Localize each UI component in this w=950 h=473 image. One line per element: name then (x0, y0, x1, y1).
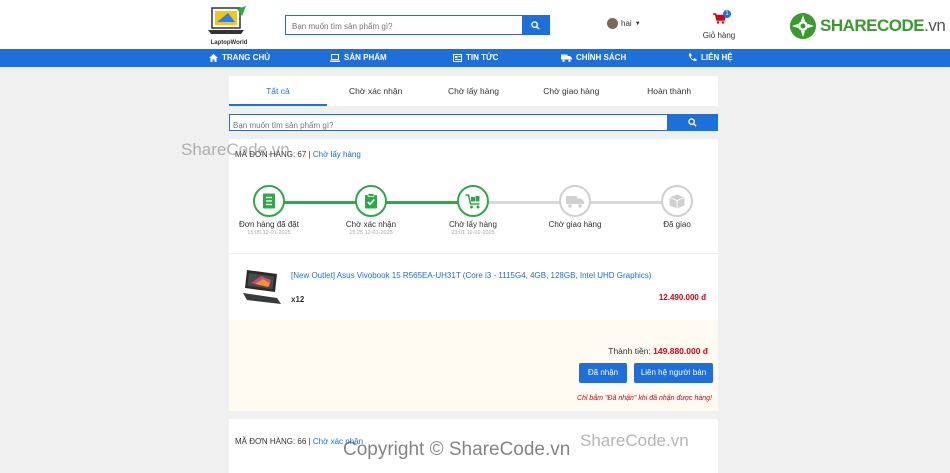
order-search-input[interactable] (230, 118, 668, 133)
laptop-logo-icon (208, 6, 246, 34)
cart-button[interactable]: 1 Giỏ hàng (699, 10, 739, 40)
watermark: ShareCode.vn (580, 431, 689, 450)
product-thumbnail[interactable] (241, 268, 283, 308)
step-circle (559, 185, 591, 217)
tab-pending-confirmation[interactable]: Chờ xác nhận (327, 76, 425, 106)
nav-label: LIÊN HỆ (701, 53, 733, 62)
sharecode-brand: SHARECODE.vn (820, 16, 946, 35)
received-button[interactable]: Đã nhận (579, 363, 627, 383)
product-price: 12.490.000 đ (658, 293, 706, 302)
nav-item-home[interactable]: TRANG CHỦ (209, 53, 270, 62)
received-note: Chỉ bấm "Đã nhận" khi đã nhận được hàng! (576, 395, 712, 402)
tab-completed[interactable]: Hoàn thành (620, 76, 718, 106)
receipt-icon (263, 193, 275, 209)
contact-seller-button[interactable]: Liên hệ người bán (634, 363, 713, 383)
step-label: Chờ giao hàng (548, 220, 602, 229)
step-label: Chờ lấy hàng (449, 220, 497, 229)
avatar (607, 18, 618, 29)
nav-item-policy[interactable]: CHÍNH SÁCH (561, 53, 626, 62)
separator: | (308, 150, 311, 159)
box-icon (669, 194, 685, 208)
clipboard-check-icon (365, 193, 377, 209)
divider (229, 253, 718, 254)
step-date: 15:25 12-01-2025 (349, 230, 393, 236)
nav-item-news[interactable]: TIN TỨC (453, 53, 498, 62)
site-header: LaptopWorld hai ▼ 1 Giỏ hàng (0, 0, 950, 49)
order-search-button[interactable] (667, 114, 717, 131)
nav-label: CHÍNH SÁCH (576, 53, 627, 62)
step-label: Đã giao (663, 220, 691, 229)
nav-label: SẢN PHẨM (344, 53, 387, 62)
sharecode-logo: SHARECODE.vn (789, 12, 946, 40)
cart-count-badge: 1 (723, 10, 731, 18)
total-value: 149.880.000 đ (653, 346, 708, 356)
step-delivered: Đã giao (642, 185, 712, 229)
step-label: Chờ xác nhận (345, 220, 397, 229)
chevron-down-icon: ▼ (634, 20, 641, 27)
step-circle (253, 185, 285, 217)
step-delivery: Chờ giao hàng (540, 185, 610, 229)
search-icon (531, 20, 540, 30)
laptop-icon (330, 53, 340, 62)
tab-all[interactable]: Tất cả (229, 76, 327, 106)
user-menu[interactable]: hai ▼ (607, 18, 641, 29)
order-status: Chờ lấy hàng (312, 150, 361, 159)
nav-item-products[interactable]: SẢN PHẨM (330, 53, 387, 62)
order-summary: Thành tiền: 149.880.000 đ Đã nhận Liên h… (229, 320, 718, 411)
order-card: MÃ ĐƠN HÀNG: 67 | Chờ lấy hàng Đơn hàng … (229, 139, 718, 411)
tab-pending-pickup[interactable]: Chờ lấy hàng (425, 76, 523, 106)
nav-item-contact[interactable]: LIÊN HỆ (688, 53, 733, 62)
step-date: 15:05 12-01-2025 (247, 230, 291, 236)
order-search (229, 114, 718, 133)
step-pickup: Chờ lấy hàng 23:01 12-02-2025 (438, 185, 508, 236)
cart-label: Giỏ hàng (702, 31, 736, 40)
watermark: ShareCode.vn (181, 140, 290, 159)
search-icon (687, 118, 697, 127)
separator: | (308, 437, 311, 446)
step-circle (661, 185, 693, 217)
header-search-button[interactable] (522, 15, 549, 35)
product-name-link[interactable]: [New Outlet] Asus Vivobook 15 R565EA-UH3… (291, 271, 651, 280)
tab-pending-delivery[interactable]: Chờ giao hàng (522, 76, 620, 106)
product-quantity: x12 (291, 295, 305, 304)
step-confirm: Chờ xác nhận 15:25 12-01-2025 (336, 185, 406, 236)
truck-icon (566, 195, 584, 208)
nav-label: TRANG CHỦ (222, 53, 270, 62)
home-icon (209, 53, 218, 62)
copyright-watermark: Copyright © ShareCode.vn (343, 439, 571, 460)
header-search-input[interactable] (286, 17, 524, 36)
nav-label: TIN TỨC (466, 53, 499, 62)
order-tabs: Tất cả Chờ xác nhận Chờ lấy hàng Chờ gia… (229, 76, 718, 106)
sharecode-logo-icon (790, 13, 816, 39)
header-search (285, 15, 550, 36)
phone-icon (688, 53, 697, 62)
order-total: Thành tiền: 149.880.000 đ (608, 346, 708, 356)
news-icon (453, 53, 462, 62)
step-circle (355, 185, 387, 217)
logo-text: LaptopWorld (210, 40, 248, 46)
cart-icon (465, 193, 479, 208)
user-name: hai (621, 19, 632, 28)
site-logo[interactable]: LaptopWorld (206, 6, 250, 48)
main-nav: TRANG CHỦ SẢN PHẨM TIN TỨC CHÍNH SÁCH LI… (0, 49, 950, 67)
step-ordered: Đơn hàng đã đặt 15:05 12-01-2025 (234, 185, 304, 236)
order-progress: Đơn hàng đã đặt 15:05 12-01-2025 Chờ xác… (229, 185, 718, 245)
step-circle (457, 185, 489, 217)
order-code: MÃ ĐƠN HÀNG: 66 (235, 437, 307, 446)
total-label: Thành tiền: (608, 346, 651, 356)
step-label: Đơn hàng đã đặt (239, 220, 299, 229)
truck-icon (561, 54, 572, 62)
step-date: 23:01 12-02-2025 (451, 230, 495, 236)
